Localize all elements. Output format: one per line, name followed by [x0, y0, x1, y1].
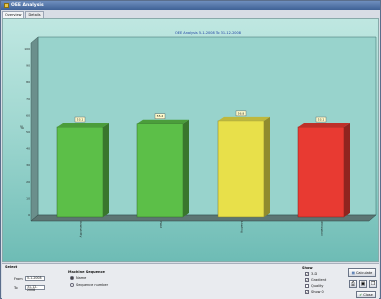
- data-label: 56.8: [238, 111, 245, 115]
- machine-sequence-title: Machine Sequence: [68, 270, 105, 274]
- y-axis-label: %: [20, 125, 24, 130]
- show-3d-row: ✓ 3-D: [305, 272, 317, 276]
- tab-details[interactable]: Details: [25, 11, 44, 18]
- bar-availability: [56, 126, 104, 218]
- export-icon[interactable]: ❐: [369, 280, 377, 288]
- show-zero-checkbox[interactable]: ✓: [305, 290, 309, 294]
- bar-side: [103, 123, 109, 217]
- x-tick-label: Loading: [240, 221, 244, 233]
- calculate-button[interactable]: ▦ Calculate: [348, 268, 376, 277]
- x-tick-label: Yield: [159, 221, 163, 228]
- bar-side: [183, 119, 189, 217]
- select-group: Select: [5, 265, 17, 269]
- seq-number-label: Sequence number: [76, 283, 109, 287]
- show-gradient-label: Gradient: [311, 278, 327, 282]
- seq-number-radio[interactable]: [70, 283, 74, 287]
- bar-top: [298, 123, 350, 128]
- y-tick-label: 70: [26, 97, 30, 101]
- app-icon: [4, 3, 9, 8]
- select-group-title: Select: [5, 265, 18, 269]
- y-tick-label: 40: [26, 147, 30, 151]
- print-icon[interactable]: ⎙: [349, 280, 357, 288]
- y-tick-label: 20: [26, 180, 30, 184]
- y-tick-label: 90: [26, 64, 30, 68]
- from-row: From 5-1-2008: [14, 276, 45, 281]
- save-icon[interactable]: ▣: [359, 280, 367, 288]
- show-gradient-row: ✓ Gradient: [305, 278, 326, 282]
- app-window: OEE Analysis Overview Details OEE Analys…: [0, 0, 381, 299]
- show-group-title: Show: [302, 266, 313, 270]
- calculate-icon: ▦: [351, 270, 355, 275]
- from-date-field[interactable]: 5-1-2008: [25, 276, 45, 281]
- x-tick-label: Utilization: [320, 221, 324, 236]
- show-quality-row: Quality: [305, 284, 324, 288]
- y-tick-label: 0: [28, 213, 30, 217]
- seq-name-label: Name: [76, 276, 87, 280]
- show-quality-checkbox[interactable]: [305, 284, 309, 288]
- data-label: 53.1: [318, 118, 325, 122]
- y-tick-label: 80: [26, 80, 30, 84]
- seq-name-radio[interactable]: [70, 276, 74, 280]
- bar-top: [57, 123, 109, 128]
- chart-title: OEE Analysis 5-1-2008 To 31-12-2008: [175, 31, 241, 35]
- y-tick-label: 100: [24, 47, 30, 51]
- bar-yield: [136, 123, 184, 218]
- machine-sequence-group: Machine Sequence: [68, 270, 105, 274]
- from-label: From: [14, 276, 23, 281]
- chart-left-wall: [30, 36, 39, 222]
- show-zero-row: ✓ Show 0: [305, 290, 324, 294]
- tab-bar: Overview Details: [2, 11, 45, 18]
- show-3d-label: 3-D: [311, 272, 318, 276]
- show-quality-label: Quality: [311, 284, 324, 288]
- title-bar: OEE Analysis: [1, 1, 380, 10]
- bar-side: [264, 116, 270, 217]
- options-panel: Select From 5-1-2008 To 31-12-2008 Machi…: [2, 263, 379, 299]
- bar-top: [137, 119, 189, 124]
- y-tick-label: 10: [26, 196, 30, 200]
- window-title: OEE Analysis: [11, 3, 44, 8]
- show-gradient-checkbox[interactable]: ✓: [305, 278, 309, 282]
- x-tick-label: Availability: [79, 221, 83, 238]
- show-3d-checkbox[interactable]: ✓: [305, 272, 309, 276]
- show-group: Show: [302, 266, 313, 270]
- to-date-field[interactable]: 31-12-2008: [25, 285, 45, 292]
- bar-top: [218, 116, 270, 121]
- tab-overview[interactable]: Overview: [2, 11, 25, 18]
- y-tick-label: 60: [26, 113, 30, 117]
- close-check-icon: ✔: [359, 292, 363, 297]
- calculate-label: Calculate: [355, 270, 373, 275]
- show-zero-label: Show 0: [311, 290, 324, 294]
- oee-bar-chart: OEE Analysis 5-1-2008 To 31-12-2008 % 0 1…: [20, 31, 377, 238]
- bar-utilization: [297, 126, 345, 218]
- y-tick-label: 30: [26, 163, 30, 167]
- seq-number-row: Sequence number: [70, 283, 108, 287]
- seq-name-row: Name: [70, 276, 86, 280]
- to-row: To 31-12-2008: [14, 285, 45, 292]
- data-label: 55.2: [157, 114, 164, 118]
- bar-side: [344, 123, 350, 217]
- data-label: 53.1: [77, 118, 84, 122]
- close-label: Close: [363, 292, 373, 297]
- chart-panel: OEE Analysis 5-1-2008 To 31-12-2008 % 0 1…: [2, 18, 379, 262]
- close-button[interactable]: ✔ Close: [356, 291, 376, 298]
- bar-loading: [217, 120, 265, 218]
- y-tick-label: 50: [26, 130, 30, 134]
- to-label: To: [14, 285, 18, 290]
